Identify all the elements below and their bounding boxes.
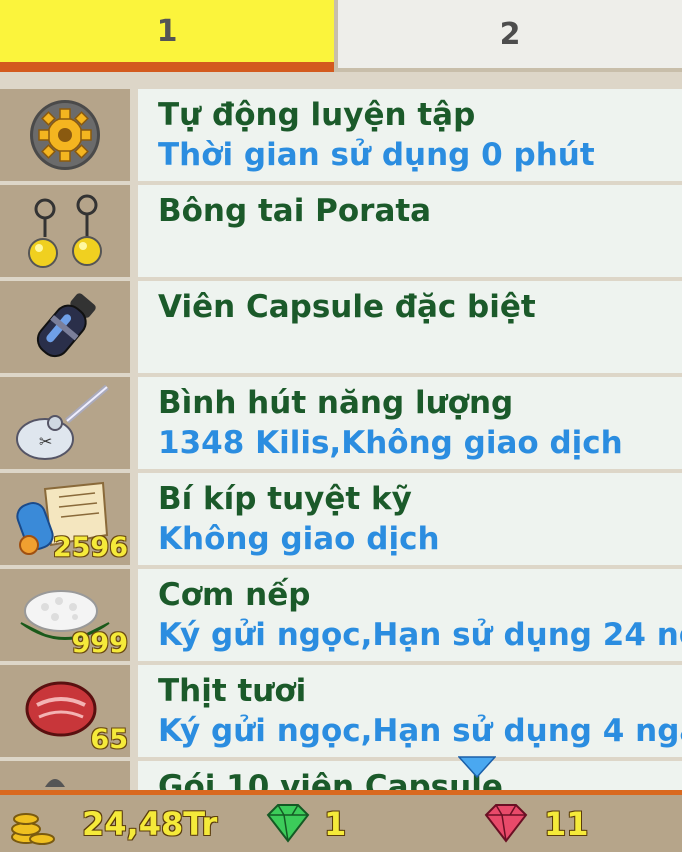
list-item[interactable]: 65 Thịt tươi Ký gửi ngọc,Hạn sử dụng 4 n… bbox=[0, 665, 682, 757]
inventory-list[interactable]: Tự động luyện tập Thời gian sử dụng 0 ph… bbox=[0, 72, 682, 790]
tab-2-label: 2 bbox=[499, 16, 521, 52]
list-item[interactable]: Viên Capsule đặc biệt bbox=[0, 281, 682, 373]
currency-bar: 24,48Tr 1 11 bbox=[0, 790, 682, 852]
svg-text:✂: ✂ bbox=[39, 432, 52, 451]
item-desc: Ký gửi ngọc,Hạn sử dụng 24 ngày bbox=[158, 617, 682, 653]
capsule-icon bbox=[36, 293, 96, 358]
item-desc: Thời gian sử dụng 0 phút bbox=[158, 137, 595, 173]
item-name: Cơm nếp bbox=[158, 577, 311, 613]
item-name: Bông tai Porata bbox=[158, 193, 432, 229]
item-desc: Ký gửi ngọc,Hạn sử dụng 4 ngày bbox=[158, 713, 682, 749]
item-name: Bí kíp tuyệt kỹ bbox=[158, 481, 412, 517]
list-item[interactable]: Gói 10 viên Capsule bbox=[0, 761, 682, 790]
tab-1-label: 1 bbox=[156, 13, 178, 49]
item-desc: 1348 Kilis,Không giao dịch bbox=[158, 425, 623, 461]
green-gem-count: 1 bbox=[324, 805, 347, 843]
list-item[interactable]: ✂ Bình hút năng lượng 1348 Kilis,Không g… bbox=[0, 377, 682, 469]
green-gem-icon bbox=[266, 804, 310, 843]
item-quantity: 65 bbox=[90, 724, 128, 755]
energy-flask-icon: ✂ bbox=[16, 384, 109, 460]
item-name: Viên Capsule đặc biệt bbox=[158, 289, 536, 325]
tab-bar: 1 2 bbox=[0, 0, 682, 72]
gold-coins-icon bbox=[11, 813, 55, 845]
red-gem-icon bbox=[484, 804, 528, 843]
capsule-pack-icon bbox=[45, 779, 65, 787]
gold-amount: 24,48Tr bbox=[82, 805, 218, 843]
item-name: Thịt tươi bbox=[158, 673, 307, 709]
item-quantity: 2596 bbox=[52, 532, 128, 563]
list-item[interactable]: Tự động luyện tập Thời gian sử dụng 0 ph… bbox=[0, 89, 682, 181]
item-desc: Không giao dịch bbox=[158, 521, 440, 557]
list-item[interactable]: Bông tai Porata bbox=[0, 185, 682, 277]
list-item[interactable]: 2596 Bí kíp tuyệt kỹ Không giao dịch bbox=[0, 473, 682, 565]
list-item[interactable]: 999 Cơm nếp Ký gửi ngọc,Hạn sử dụng 24 n… bbox=[0, 569, 682, 661]
item-name: Bình hút năng lượng bbox=[158, 385, 514, 421]
tab-2[interactable]: 2 bbox=[334, 0, 682, 72]
tab-1[interactable]: 1 bbox=[0, 0, 334, 72]
red-gem-count: 11 bbox=[544, 805, 589, 843]
item-name: Tự động luyện tập bbox=[158, 97, 476, 133]
scroll-down-icon[interactable] bbox=[458, 756, 496, 778]
item-name: Gói 10 viên Capsule bbox=[158, 769, 503, 790]
gear-icon bbox=[30, 100, 100, 170]
earring-icon bbox=[28, 194, 102, 268]
item-quantity: 999 bbox=[71, 628, 128, 659]
